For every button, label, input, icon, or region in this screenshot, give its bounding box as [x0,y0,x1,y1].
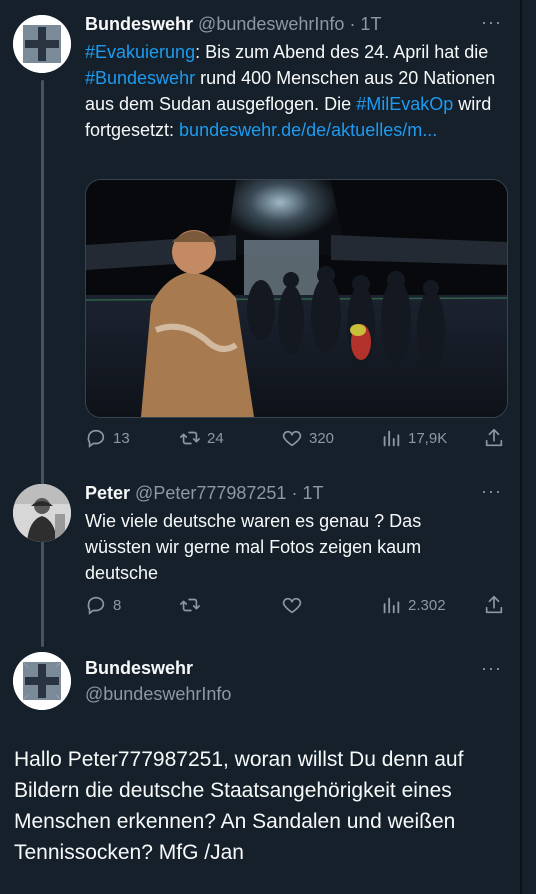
tweet-header: Bundeswehr @bundeswehrInfo [85,658,231,705]
hashtag-link[interactable]: #Bundeswehr [85,68,195,88]
timestamp[interactable]: · 1T [291,483,323,503]
thread-line [41,80,44,647]
retweet-count: 24 [207,429,224,447]
tweet-actions: 8 2.302 [85,594,505,618]
tweet-header: Peter @Peter777987251 · 1T [85,483,323,504]
reply-button[interactable]: 8 [85,594,121,616]
hashtag-link[interactable]: #MilEvakOp [356,94,453,114]
like-icon [282,597,302,614]
reply-count: 13 [113,429,130,447]
author-handle[interactable]: @Peter777987251 [135,483,286,503]
author-name[interactable]: Bundeswehr [85,14,193,34]
reply-icon [87,429,105,448]
tweet-actions: 13 24 320 17,9K [85,427,505,451]
more-icon[interactable]: ··· [481,481,502,502]
evacuation-photo [86,180,507,417]
views-button[interactable]: 17,9K [380,427,447,449]
share-button[interactable] [483,594,505,616]
share-icon [485,595,503,614]
more-icon[interactable]: ··· [481,12,502,33]
tweet-header: Bundeswehr @bundeswehrInfo · 1T [85,14,381,35]
tweet-text: Wie viele deutsche waren es genau ? Das … [85,511,422,583]
views-icon [383,430,400,447]
views-icon [383,597,400,614]
like-icon [282,430,302,447]
retweet-button[interactable] [179,594,201,616]
views-count: 17,9K [408,429,448,447]
iron-cross-logo [13,15,71,73]
like-button[interactable]: 320 [281,427,334,449]
avatar[interactable] [13,15,71,73]
retweet-icon [180,598,200,612]
more-icon[interactable]: ··· [481,658,502,679]
author-name[interactable]: Bundeswehr [85,658,231,679]
user-photo [13,484,71,542]
author-handle[interactable]: @bundeswehrInfo [85,684,231,705]
reply-count: 8 [113,596,122,614]
retweet-button[interactable]: 24 [179,427,224,449]
hashtag-link[interactable]: #Evakuierung [85,42,195,62]
share-button[interactable] [483,427,505,449]
tweet-text: #Evakuierung: Bis zum Abend des 24. Apri… [85,42,496,140]
tweet-photo[interactable] [85,179,508,418]
views-count: 2.302 [408,596,446,614]
reply-button[interactable]: 13 [85,427,130,449]
share-icon [485,428,503,447]
views-button[interactable]: 2.302 [380,594,446,616]
reply-icon [87,596,105,615]
tweet-text: Hallo Peter777987251, woran willst Du de… [14,748,464,864]
timestamp[interactable]: · 1T [349,14,381,34]
avatar[interactable] [13,484,71,542]
avatar[interactable] [13,652,71,710]
like-button[interactable] [281,594,303,616]
window-edge [520,0,522,894]
iron-cross-logo [13,652,71,710]
like-count: 320 [309,429,335,447]
url-link[interactable]: bundeswehr.de/de/aktuelles/m... [179,120,437,140]
retweet-icon [180,431,200,445]
author-name[interactable]: Peter [85,483,130,503]
author-handle[interactable]: @bundeswehrInfo [198,14,344,34]
